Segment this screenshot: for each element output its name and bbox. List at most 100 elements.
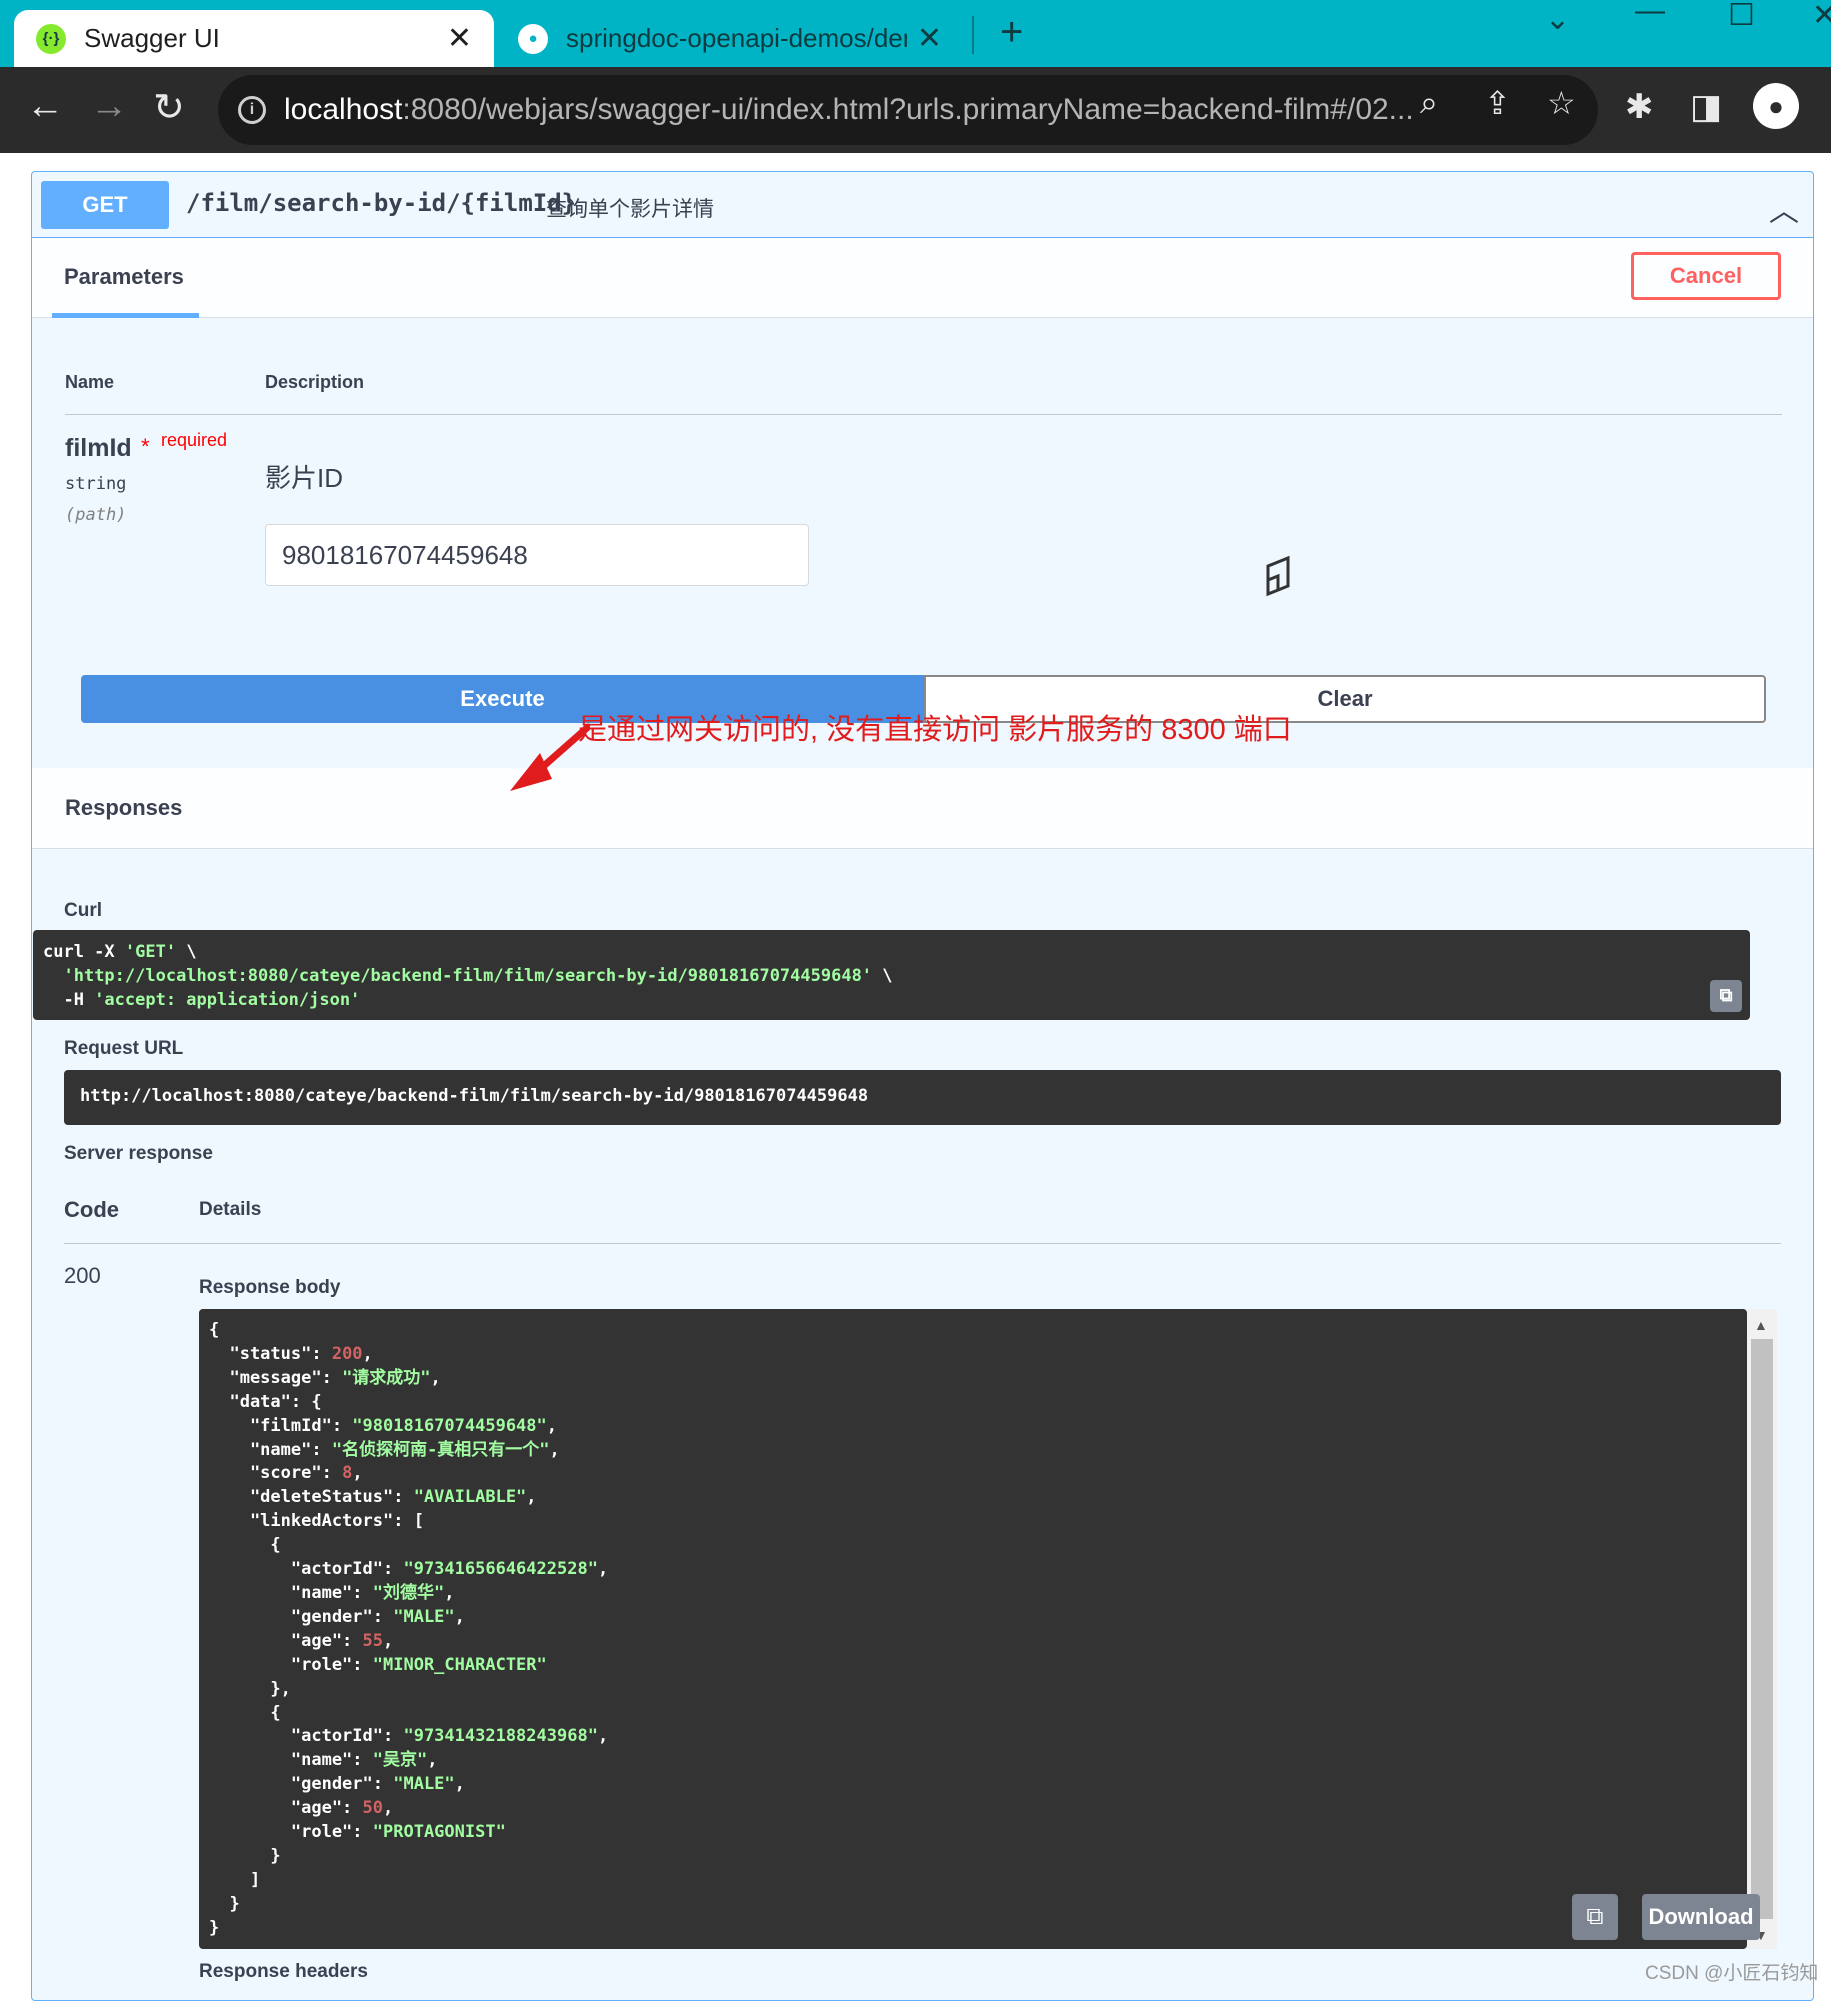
- film-id-input[interactable]: [265, 524, 809, 586]
- json-line: },: [209, 1678, 291, 1699]
- param-name: filmId: [65, 434, 132, 462]
- json-line: {: [209, 1320, 220, 1340]
- download-button[interactable]: Download: [1642, 1894, 1760, 1940]
- json-line: "age": 55,: [209, 1630, 394, 1651]
- json-line: "message": "请求成功",: [209, 1367, 441, 1388]
- curl-line: curl -X 'GET' \: [43, 942, 197, 962]
- json-line: "name": "吴京",: [209, 1750, 438, 1771]
- response-body-scrollbar[interactable]: ▲ ▼: [1747, 1309, 1777, 1949]
- divider: [65, 414, 1782, 415]
- tab-underline: [52, 313, 199, 318]
- code-column-header: Code: [64, 1197, 119, 1222]
- responses-header: Responses: [32, 768, 1813, 849]
- json-line: {: [209, 1535, 281, 1556]
- tab-divider: [972, 16, 974, 54]
- back-icon[interactable]: ←: [26, 85, 64, 128]
- server-response-label: Server response: [64, 1143, 213, 1164]
- scroll-up-icon[interactable]: ▲: [1754, 1317, 1768, 1333]
- json-line: }: [209, 1893, 240, 1914]
- maximize-icon[interactable]: ☐: [1728, 0, 1755, 33]
- json-line: "linkedActors": [: [209, 1511, 424, 1532]
- zoom-icon[interactable]: ⌕: [1420, 84, 1438, 122]
- json-line: "actorId": "97341656646422528",: [209, 1559, 609, 1580]
- json-line: "age": 50,: [209, 1798, 394, 1819]
- reload-icon[interactable]: ↻: [153, 85, 185, 130]
- required-star: *: [141, 434, 150, 459]
- response-body-label: Response body: [199, 1277, 341, 1298]
- curl-label: Curl: [64, 900, 102, 921]
- cancel-button[interactable]: Cancel: [1631, 252, 1781, 300]
- tab-parameters[interactable]: Parameters: [52, 264, 199, 290]
- json-line: "name": "名侦探柯南-真相只有一个",: [209, 1439, 560, 1460]
- url-path: :8080/webjars/swagger-ui/index.html?urls…: [402, 93, 1414, 126]
- response-body: { "status": 200, "message": "请求成功", "dat…: [199, 1309, 1747, 1949]
- profile-avatar-icon[interactable]: ●: [1753, 83, 1799, 129]
- json-line: "filmId": "98018167074459648",: [209, 1415, 558, 1436]
- tab-title: Swagger UI: [84, 23, 220, 53]
- response-headers-label: Response headers: [199, 1961, 368, 1982]
- json-line: "gender": "MALE",: [209, 1774, 465, 1795]
- browser-tab-strip: {·} Swagger UI ✕ ● springdoc-openapi-dem…: [0, 0, 1831, 67]
- json-line: "data": {: [209, 1391, 322, 1412]
- json-line: "gender": "MALE",: [209, 1606, 465, 1627]
- json-line: }: [209, 1845, 281, 1866]
- tab-swagger-ui[interactable]: {·} Swagger UI ✕: [14, 10, 494, 67]
- param-description: 影片ID: [265, 463, 344, 493]
- divider: [64, 1243, 1781, 1244]
- browser-toolbar: ← → ↻ i localhost:8080/webjars/swagger-u…: [0, 67, 1831, 153]
- param-location: (path): [65, 505, 127, 525]
- info-icon[interactable]: i: [238, 96, 266, 124]
- json-line: ]: [209, 1869, 261, 1890]
- watermark: CSDN @小匠石钧知: [1645, 1963, 1819, 1984]
- request-url: http://localhost:8080/cateye/backend-fil…: [80, 1086, 869, 1106]
- chevron-up-icon[interactable]: ︿: [1769, 186, 1799, 230]
- parameters-header: Parameters Cancel: [32, 238, 1813, 318]
- json-line: "deleteStatus": "AVAILABLE",: [209, 1487, 537, 1508]
- side-panel-icon[interactable]: ◨: [1690, 87, 1722, 127]
- tab-search-icon[interactable]: ⌄: [1545, 2, 1570, 37]
- name-column-header: Name: [65, 372, 115, 392]
- json-line: {: [209, 1702, 281, 1723]
- required-label: required: [161, 430, 228, 450]
- scroll-thumb[interactable]: [1751, 1339, 1773, 1919]
- mouse-cursor-icon: [1266, 555, 1290, 597]
- responses-title: Responses: [65, 795, 183, 820]
- json-line: "name": "刘德华",: [209, 1582, 455, 1603]
- description-column-header: Description: [265, 372, 365, 392]
- operation-summary[interactable]: GET /film/search-by-id/{filmId} 查询单个影片详情…: [32, 172, 1813, 238]
- close-tab-icon[interactable]: ✕: [447, 21, 472, 56]
- http-method-badge: GET: [41, 181, 169, 229]
- github-icon: ●: [518, 23, 548, 54]
- url-host: localhost: [284, 93, 403, 126]
- status-code: 200: [64, 1263, 101, 1288]
- extensions-icon[interactable]: ✱: [1625, 87, 1654, 127]
- json-line: "role": "PROTAGONIST": [209, 1822, 506, 1843]
- json-line: "actorId": "97341432188243968",: [209, 1726, 609, 1747]
- annotation-text: 是通过网关访问的, 没有直接访问 影片服务的 8300 端口: [578, 714, 1292, 746]
- json-line: "score": 8,: [209, 1463, 363, 1484]
- request-url-block: http://localhost:8080/cateye/backend-fil…: [64, 1070, 1781, 1125]
- swagger-icon: {·}: [36, 23, 66, 54]
- param-type: string: [65, 474, 127, 494]
- tab-github[interactable]: ● springdoc-openapi-demos/den ✕: [500, 10, 960, 67]
- new-tab-button[interactable]: +: [1000, 10, 1023, 55]
- json-line: "role": "MINOR_CHARACTER": [209, 1654, 547, 1675]
- bookmark-star-icon[interactable]: ☆: [1547, 84, 1576, 122]
- close-tab-icon[interactable]: ✕: [917, 21, 942, 56]
- share-icon[interactable]: ⇪: [1484, 84, 1511, 122]
- curl-line: 'http://localhost:8080/cateye/backend-fi…: [63, 966, 893, 986]
- tab-title: springdoc-openapi-demos/den: [566, 23, 907, 53]
- red-arrow-icon: [510, 723, 590, 791]
- operation-path: /film/search-by-id/{filmId}: [186, 189, 577, 217]
- curl-code-block: curl -X 'GET' \ 'http://localhost:8080/c…: [33, 930, 1750, 1020]
- copy-icon[interactable]: ⧉: [1572, 1894, 1618, 1940]
- forward-icon[interactable]: →: [90, 85, 128, 128]
- copy-icon[interactable]: ⧉: [1710, 980, 1742, 1012]
- curl-line: -H 'accept: application/json': [43, 990, 361, 1010]
- minimize-icon[interactable]: —: [1635, 0, 1665, 28]
- operation-summary-text: 查询单个影片详情: [546, 198, 714, 221]
- json-line: }: [209, 1917, 220, 1938]
- details-column-header: Details: [199, 1199, 262, 1220]
- address-bar[interactable]: i localhost:8080/webjars/swagger-ui/inde…: [218, 75, 1598, 145]
- close-window-icon[interactable]: ✕: [1812, 0, 1831, 33]
